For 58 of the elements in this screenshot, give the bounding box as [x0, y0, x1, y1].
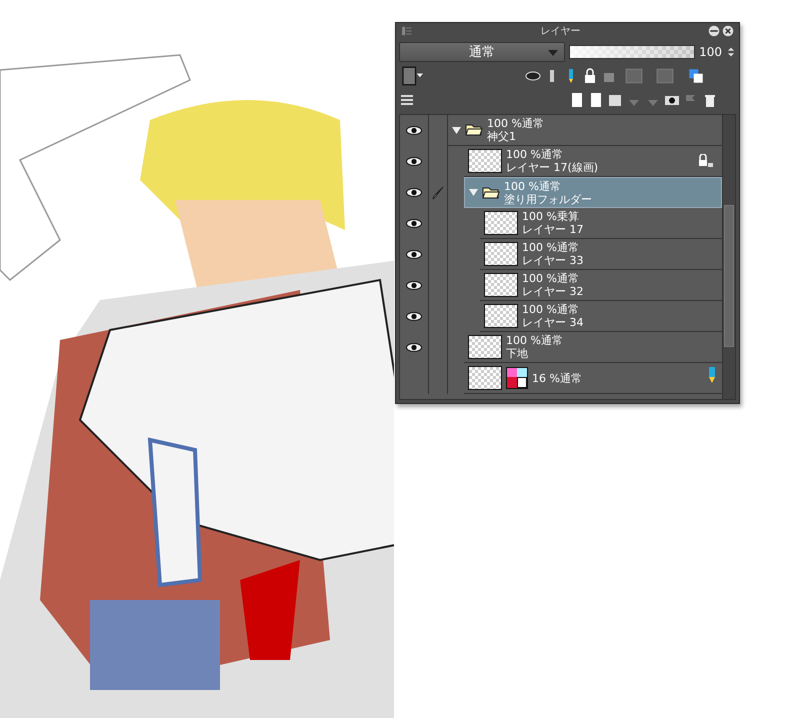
folder-icon — [465, 124, 483, 136]
layer-row[interactable]: 100 %通常 レイヤー 32 — [480, 270, 722, 301]
close-icon[interactable] — [722, 25, 734, 37]
layer-name[interactable]: 神父1 — [487, 130, 544, 143]
opacity-slider[interactable] — [569, 45, 696, 59]
layer-blend-mode: 100 %通常 — [506, 148, 564, 161]
layer-name[interactable]: 下地 — [506, 347, 563, 360]
layer-name[interactable]: 塗り用フォルダー — [504, 192, 592, 206]
panel-menu-icon[interactable] — [401, 25, 413, 37]
layer-row[interactable]: 16 %通常 — [464, 363, 722, 394]
folder-icon — [482, 186, 500, 198]
layer-blend-mode: 100 %通常 — [506, 334, 563, 347]
layer-name[interactable]: レイヤー 33 — [522, 254, 584, 267]
eye-icon — [406, 219, 422, 228]
layer-row[interactable]: 100 %通常 レイヤー 34 — [480, 301, 722, 332]
layer-blend-mode: 16 %通常 — [532, 372, 582, 384]
layer-thumbnail — [484, 242, 518, 266]
layer-name[interactable]: レイヤー 34 — [522, 316, 584, 329]
layer-thumbnail — [468, 366, 502, 390]
layer-thumbnail — [468, 149, 502, 173]
scrollbar[interactable] — [722, 115, 735, 399]
eye-icon — [406, 312, 422, 321]
color-swatch-icon — [506, 367, 528, 389]
layer-blend-mode: 100 %乗算 — [522, 210, 580, 223]
expand-triangle-icon[interactable] — [452, 126, 461, 134]
layer-name[interactable]: レイヤー 17 — [522, 223, 584, 236]
eye-icon — [406, 126, 422, 135]
layer-thumbnail — [484, 304, 518, 328]
blend-mode-dropdown[interactable]: 通常 — [399, 42, 565, 62]
layer-stack-icon[interactable] — [399, 92, 415, 108]
layer-name[interactable]: レイヤー 17(線画) — [506, 161, 598, 174]
expand-triangle-icon[interactable] — [469, 189, 478, 196]
panel-title: レイヤー — [540, 25, 580, 38]
layer-row[interactable]: 100 %乗算 レイヤー 17 — [480, 208, 722, 239]
opacity-value[interactable]: 100 — [699, 45, 722, 59]
layer-blend-mode: 100 %通常 — [487, 117, 544, 130]
eye-icon — [406, 250, 422, 259]
trash-icon[interactable] — [702, 92, 718, 108]
layer-blend-mode: 100 %通常 — [522, 303, 580, 316]
eye-icon — [406, 343, 422, 352]
layer-thumbnail — [484, 273, 518, 297]
pen-icon — [432, 186, 444, 200]
layer-thumbnail — [484, 211, 518, 235]
layer-name[interactable]: レイヤー 32 — [522, 285, 584, 298]
eye-icon — [406, 157, 422, 166]
eye-icon — [406, 188, 422, 197]
layer-row[interactable]: 100 %通常 神父1 — [448, 115, 722, 146]
layer-thumbnail — [468, 335, 502, 359]
layer-blend-mode: 100 %通常 — [522, 241, 580, 254]
minimize-icon[interactable] — [708, 25, 720, 37]
eye-icon — [406, 281, 422, 290]
layer-blend-mode: 100 %通常 — [504, 180, 562, 192]
layer-row[interactable]: 100 %通常 レイヤー 33 — [480, 239, 722, 270]
layer-row[interactable]: 100 %通常 塗り用フォルダー — [464, 177, 722, 208]
caret-icon — [548, 50, 558, 56]
layer-row[interactable]: 100 %通常 下地 — [464, 332, 722, 363]
layer-blend-mode: 100 %通常 — [522, 272, 580, 285]
lock-icon[interactable] — [582, 68, 598, 84]
